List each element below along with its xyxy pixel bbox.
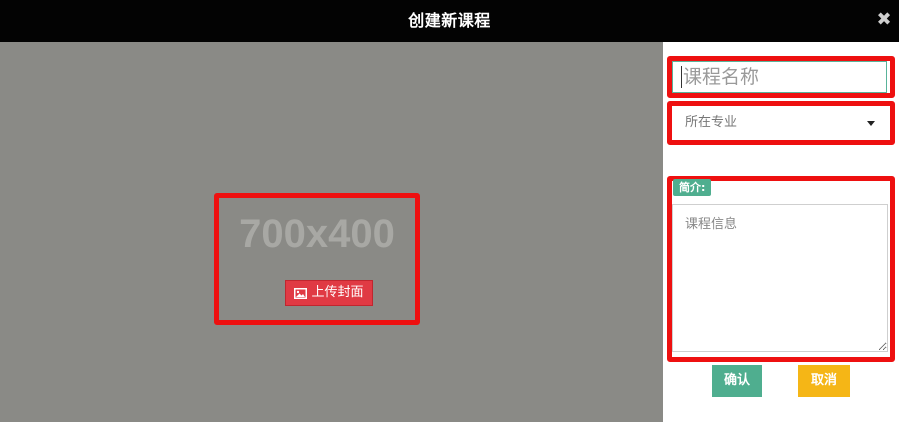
confirm-button[interactable]: 确认 <box>712 365 762 397</box>
upload-cover-button[interactable]: 上传封面 <box>285 280 373 306</box>
cover-size-label: 700x400 <box>239 212 395 256</box>
major-select-value: 所在专业 <box>685 115 738 130</box>
cover-preview: 700x400 上传封面 <box>0 42 663 422</box>
caret-down-icon <box>867 121 875 126</box>
intro-label: 简介: <box>673 179 712 196</box>
upload-cover-label: 上传封面 <box>311 285 364 300</box>
course-form-panel: 所在专业 简介: 确认 取消 <box>663 42 899 422</box>
dialog-header: 创建新课程 ✖ <box>0 0 899 42</box>
cover-highlight-frame: 700x400 上传封面 <box>214 193 420 325</box>
course-name-input[interactable] <box>672 61 887 93</box>
create-course-dialog: 创建新课程 ✖ 700x400 上传封面 所在专业 简介 <box>0 0 899 422</box>
text-caret <box>681 66 682 88</box>
dialog-title: 创建新课程 <box>408 11 491 30</box>
course-intro-textarea[interactable] <box>672 204 888 352</box>
cancel-button[interactable]: 取消 <box>798 365 850 397</box>
major-select[interactable]: 所在专业 <box>672 106 888 140</box>
image-icon <box>294 287 308 299</box>
close-icon[interactable]: ✖ <box>875 9 893 31</box>
